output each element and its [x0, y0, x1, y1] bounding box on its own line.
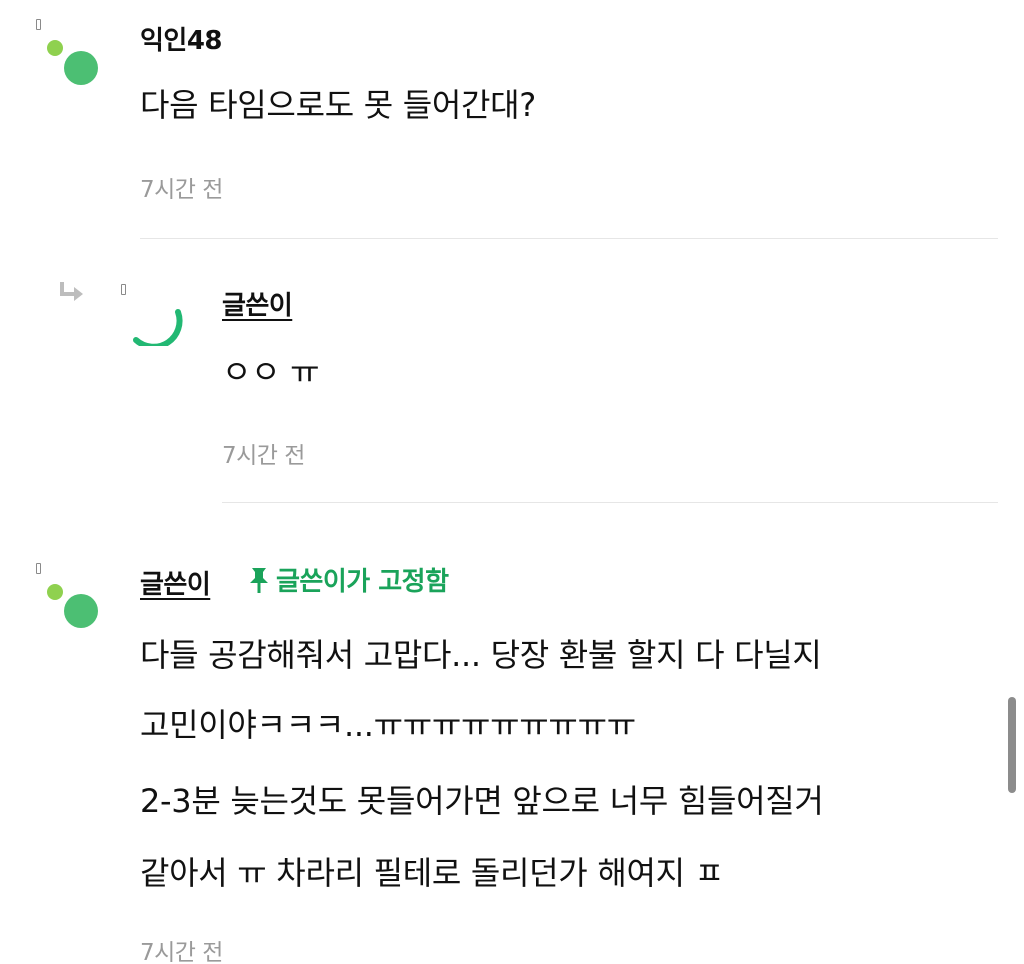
- avatar-dot-icon: [47, 40, 63, 56]
- pin-icon: [250, 567, 268, 593]
- comment-text-line: 2-3분 늦는것도 못들어가면 앞으로 너무 힘들어질거: [140, 782, 824, 820]
- avatar-dot-icon: [47, 584, 63, 600]
- comment-timestamp: 7시간 전: [222, 443, 305, 469]
- divider: [222, 502, 998, 503]
- comment-text: 다음 타임으로도 못 들어간대?: [140, 86, 536, 124]
- comment-list: 익인48 다음 타임으로도 못 들어간대? 7시간 전 글쓴이 ㅇㅇ ㅠ 7시간…: [0, 0, 1024, 964]
- avatar[interactable]: [130, 302, 184, 346]
- bullet-icon: [36, 19, 41, 30]
- avatar[interactable]: [64, 594, 98, 628]
- pinned-label: 글쓴이가 고정함: [276, 567, 449, 597]
- comment-text: ㅇㅇ ㅠ: [222, 353, 320, 391]
- comment-author[interactable]: 글쓴이: [140, 564, 211, 601]
- comment-timestamp: 7시간 전: [140, 940, 223, 964]
- pinned-badge: 글쓴이가 고정함: [246, 561, 449, 598]
- comment-author[interactable]: 익인48: [140, 20, 223, 57]
- comment-text-line: 다들 공감해줘서 고맙다... 당장 환불 할지 다 다닐지: [140, 636, 822, 674]
- comment-author[interactable]: 글쓴이: [222, 285, 293, 322]
- divider: [140, 238, 998, 239]
- reply-arrow-icon: [60, 282, 83, 301]
- bullet-icon: [121, 284, 126, 295]
- comment-text-line: 고민이야ㅋㅋㅋ...ㅠㅠㅠㅠㅠㅠㅠㅠㅠ: [140, 706, 636, 744]
- comment-text-line: 같아서 ㅠ 차라리 필테로 돌리던가 해여지 ㅍ: [140, 854, 724, 892]
- avatar[interactable]: [64, 51, 98, 85]
- bullet-icon: [36, 563, 41, 574]
- comment-timestamp: 7시간 전: [140, 177, 223, 203]
- scrollbar[interactable]: [1008, 697, 1016, 793]
